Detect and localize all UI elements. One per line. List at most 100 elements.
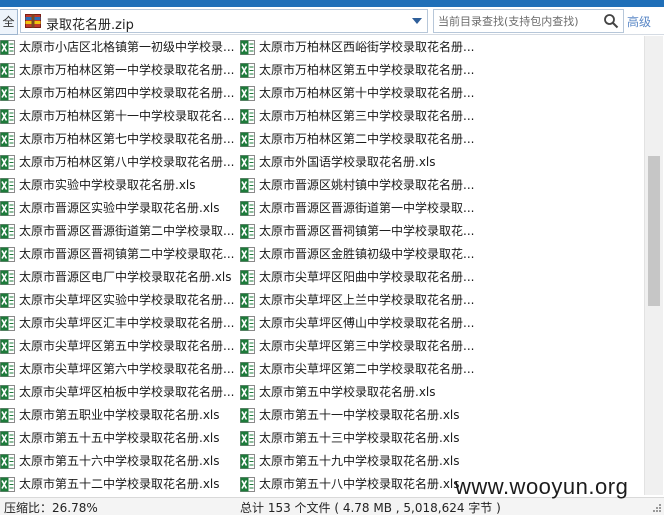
- excel-icon: [0, 385, 15, 400]
- file-item[interactable]: 太原市晋源区金胜镇初级中学校录取花...: [240, 243, 474, 266]
- file-item[interactable]: 太原市尖草坪区阳曲中学校录取花名册...: [240, 266, 474, 289]
- file-item[interactable]: 太原市尖草坪区上兰中学校录取花名册...: [240, 289, 474, 312]
- file-name: 太原市第五十二中学校录取花名册.xls: [19, 477, 220, 491]
- scrollbar-thumb[interactable]: [648, 156, 660, 306]
- file-name: 太原市尖草坪区第五中学校录取花名册...: [19, 339, 235, 353]
- file-row: 太原市万柏林区第十一中学校录取花名... 太原市万柏林区第三中学校录取花名册...: [0, 105, 644, 128]
- vertical-scrollbar[interactable]: [644, 36, 663, 495]
- file-name: 太原市万柏林区第七中学校录取花名册...: [19, 132, 235, 146]
- file-item[interactable]: 太原市晋源区实验中学录取花名册.xls: [0, 197, 234, 220]
- excel-icon: [240, 316, 255, 331]
- file-item[interactable]: 太原市晋源区晋源街道第二中学校录取...: [0, 220, 234, 243]
- file-item[interactable]: 太原市第五十一中学校录取花名册.xls: [240, 404, 472, 427]
- file-item[interactable]: 太原市晋源区姚村镇中学校录取花名册...: [240, 174, 475, 197]
- excel-icon: [240, 178, 255, 193]
- file-row: 太原市尖草坪区实验中学校录取花名册... 太原市尖草坪区上兰中学校录取花名册...: [0, 289, 644, 312]
- file-item[interactable]: 太原市第五中学校录取花名册.xls: [240, 381, 472, 404]
- file-name: 太原市第五十五中学校录取花名册.xls: [19, 431, 220, 445]
- file-name: 太原市尖草坪区汇丰中学校录取花名册...: [19, 316, 235, 330]
- file-item[interactable]: 太原市外国语学校录取花名册.xls: [240, 151, 472, 174]
- file-list: 太原市小店区北格镇第一初级中学校录... 太原市万柏林区西峪街学校录取花名册...…: [0, 36, 644, 495]
- file-name: 太原市万柏林区第四中学校录取花名册...: [19, 86, 235, 100]
- file-name: 太原市万柏林区第十中学校录取花名册...: [259, 86, 475, 100]
- file-item[interactable]: 太原市万柏林区第五中学校录取花名册...: [240, 59, 474, 82]
- excel-icon: [0, 408, 15, 423]
- excel-icon: [0, 155, 15, 170]
- all-button[interactable]: 全: [0, 9, 18, 35]
- excel-icon: [0, 477, 15, 492]
- file-item[interactable]: 太原市万柏林区第四中学校录取花名册...: [0, 82, 234, 105]
- excel-icon: [0, 431, 15, 446]
- advanced-search-link[interactable]: 高级: [627, 13, 651, 30]
- file-item[interactable]: 太原市尖草坪区傅山中学校录取花名册...: [240, 312, 475, 335]
- file-item[interactable]: 太原市晋源区电厂中学校录取花名册.xls: [0, 266, 234, 289]
- search-box: [433, 9, 624, 33]
- file-item[interactable]: 太原市万柏林区第八中学校录取花名册...: [0, 151, 234, 174]
- file-item[interactable]: 太原市第五十二中学校录取花名册.xls: [0, 473, 234, 495]
- file-name: 太原市万柏林区第三中学校录取花名册...: [259, 109, 475, 123]
- file-item[interactable]: 太原市晋源区晋祠镇第二中学校录取花...: [0, 243, 234, 266]
- file-row: 太原市尖草坪区柏板中学校录取花名册... 太原市第五中学校录取花名册.xls: [0, 381, 644, 404]
- file-item[interactable]: 太原市实验中学校录取花名册.xls: [0, 174, 234, 197]
- search-input[interactable]: [438, 12, 598, 30]
- file-item[interactable]: 太原市尖草坪区实验中学校录取花名册...: [0, 289, 234, 312]
- file-name: 太原市万柏林区西峪街学校录取花名册...: [259, 40, 475, 54]
- file-name: 太原市晋源区晋祠镇第二中学校录取花...: [19, 247, 235, 261]
- file-item[interactable]: 太原市尖草坪区第二中学校录取花名册...: [240, 358, 474, 381]
- file-name: 太原市尖草坪区第六中学校录取花名册...: [19, 362, 235, 376]
- excel-icon: [240, 454, 255, 469]
- excel-icon: [0, 454, 15, 469]
- excel-icon: [240, 224, 255, 239]
- file-name: 太原市尖草坪区傅山中学校录取花名册...: [259, 316, 475, 330]
- title-strip: [0, 0, 664, 7]
- file-item[interactable]: 太原市万柏林区第十中学校录取花名册...: [240, 82, 475, 105]
- file-row: 太原市万柏林区第八中学校录取花名册... 太原市外国语学校录取花名册.xls: [0, 151, 644, 174]
- file-item[interactable]: 太原市第五十六中学校录取花名册.xls: [0, 450, 234, 473]
- file-item[interactable]: 太原市万柏林区第二中学校录取花名册...: [240, 128, 474, 151]
- file-item[interactable]: 太原市尖草坪区第六中学校录取花名册...: [0, 358, 234, 381]
- excel-icon: [0, 224, 15, 239]
- file-total: 总计 153 个文件 ( 4.78 MB , 5,018,624 字节 ): [240, 501, 501, 515]
- file-item[interactable]: 太原市第五职业中学校录取花名册.xls: [0, 404, 234, 427]
- excel-icon: [240, 339, 255, 354]
- file-row: 太原市万柏林区第七中学校录取花名册... 太原市万柏林区第二中学校录取花名册...: [0, 128, 644, 151]
- excel-icon: [0, 178, 15, 193]
- file-name: 太原市晋源区姚村镇中学校录取花名册...: [259, 178, 475, 192]
- file-item[interactable]: 太原市万柏林区第三中学校录取花名册...: [240, 105, 475, 128]
- resize-grip-icon[interactable]: [652, 503, 662, 513]
- file-item[interactable]: 太原市第五十八中学校录取花名册.xls: [240, 473, 472, 495]
- path-text: 录取花名册.zip: [46, 18, 134, 33]
- file-row: 太原市实验中学校录取花名册.xls 太原市晋源区姚村镇中学校录取花名册...: [0, 174, 644, 197]
- file-row: 太原市第五十五中学校录取花名册.xls 太原市第五十三中学校录取花名册.xls: [0, 427, 644, 450]
- file-item[interactable]: 太原市小店区北格镇第一初级中学校录...: [0, 36, 234, 59]
- file-item[interactable]: 太原市第五十三中学校录取花名册.xls: [240, 427, 472, 450]
- file-row: 太原市尖草坪区汇丰中学校录取花名册... 太原市尖草坪区傅山中学校录取花名册...: [0, 312, 644, 335]
- file-row: 太原市第五十六中学校录取花名册.xls 太原市第五十九中学校录取花名册.xls: [0, 450, 644, 473]
- file-item[interactable]: 太原市第五十五中学校录取花名册.xls: [0, 427, 234, 450]
- file-item[interactable]: 太原市万柏林区第十一中学校录取花名...: [0, 105, 234, 128]
- file-item[interactable]: 太原市万柏林区第一中学校录取花名册...: [0, 59, 234, 82]
- file-item[interactable]: 太原市晋源区晋源街道第一中学校录取...: [240, 197, 474, 220]
- search-icon[interactable]: [603, 13, 619, 29]
- file-item[interactable]: 太原市万柏林区西峪街学校录取花名册...: [240, 36, 475, 59]
- path-combobox[interactable]: 录取花名册.zip: [20, 9, 428, 33]
- file-name: 太原市晋源区晋源街道第二中学校录取...: [19, 224, 235, 238]
- file-row: 太原市小店区北格镇第一初级中学校录... 太原市万柏林区西峪街学校录取花名册...: [0, 36, 644, 59]
- file-item[interactable]: 太原市尖草坪区第三中学校录取花名册...: [240, 335, 474, 358]
- file-name: 太原市第五中学校录取花名册.xls: [259, 385, 436, 399]
- file-item[interactable]: 太原市万柏林区第七中学校录取花名册...: [0, 128, 234, 151]
- chevron-down-icon[interactable]: [412, 18, 422, 24]
- file-name: 太原市万柏林区第八中学校录取花名册...: [19, 155, 235, 169]
- file-row: 太原市晋源区晋祠镇第二中学校录取花... 太原市晋源区金胜镇初级中学校录取花...: [0, 243, 644, 266]
- file-item[interactable]: 太原市尖草坪区第五中学校录取花名册...: [0, 335, 234, 358]
- file-item[interactable]: 太原市晋源区晋祠镇第一中学校录取花...: [240, 220, 474, 243]
- file-item[interactable]: 太原市尖草坪区柏板中学校录取花名册...: [0, 381, 234, 404]
- file-item[interactable]: 太原市第五十九中学校录取花名册.xls: [240, 450, 472, 473]
- excel-icon: [0, 270, 15, 285]
- file-row: 太原市晋源区晋源街道第二中学校录取... 太原市晋源区晋祠镇第一中学校录取花...: [0, 220, 644, 243]
- file-name: 太原市万柏林区第十一中学校录取花名...: [19, 109, 235, 123]
- file-row: 太原市晋源区电厂中学校录取花名册.xls 太原市尖草坪区阳曲中学校录取花名册...: [0, 266, 644, 289]
- zip-icon: [25, 14, 41, 28]
- excel-icon: [240, 63, 255, 78]
- file-item[interactable]: 太原市尖草坪区汇丰中学校录取花名册...: [0, 312, 234, 335]
